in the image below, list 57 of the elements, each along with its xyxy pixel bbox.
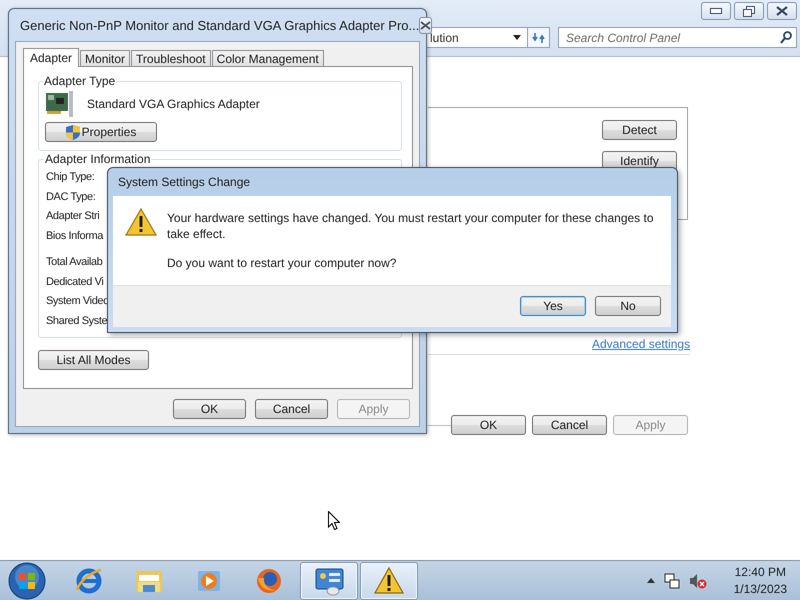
tab[interactable]: Color Management (212, 50, 324, 66)
tab[interactable]: Troubleshoot (131, 50, 211, 66)
info-label: Total Availab (46, 255, 102, 270)
close-button[interactable] (419, 16, 432, 34)
minimize-icon (710, 8, 722, 14)
properties-button[interactable]: Properties (45, 122, 157, 142)
info-label: Adapter Stri (46, 209, 100, 224)
ok-button[interactable]: OK (451, 415, 526, 435)
network-icon[interactable] (664, 572, 680, 588)
info-label: Dedicated Vi (46, 274, 104, 290)
yes-button[interactable]: Yes (520, 296, 586, 316)
volume-muted-icon[interactable] (688, 572, 707, 588)
adapter-name: Standard VGA Graphics Adapter (87, 97, 260, 111)
advanced-settings-link[interactable]: Advanced settings (592, 337, 690, 351)
restore-button[interactable] (734, 2, 764, 20)
cancel-button[interactable]: Cancel (255, 399, 328, 419)
question-text: Do you want to restart your computer now? (167, 256, 398, 270)
info-label: Shared Syste (46, 314, 108, 328)
close-button[interactable] (767, 2, 797, 20)
taskbar-button[interactable] (360, 562, 418, 600)
refresh-button[interactable] (528, 27, 550, 48)
ok-button[interactable]: OK (173, 399, 246, 419)
no-button[interactable]: No (595, 296, 661, 316)
browser-icon (74, 566, 104, 596)
minimize-button[interactable] (701, 2, 731, 20)
list-all-modes-button[interactable]: List All Modes (38, 350, 149, 370)
shield-icon (66, 124, 80, 140)
restore-icon (743, 6, 755, 16)
group-heading: Adapter Type (43, 74, 116, 88)
warning-icon (374, 566, 404, 596)
close-icon (776, 6, 788, 16)
detect-button[interactable]: Detect (602, 120, 677, 140)
close-icon (420, 20, 432, 30)
taskbar-button[interactable] (300, 562, 358, 600)
info-label: DAC Type: (46, 190, 96, 204)
control-panel-icon (314, 566, 344, 596)
group-heading: Adapter Information (44, 153, 152, 166)
start-orb-icon (8, 562, 46, 600)
info-label: Bios Informa (46, 228, 103, 244)
search-field[interactable]: Search Control Panel (558, 27, 797, 48)
tab[interactable]: Adapter (23, 48, 80, 67)
dialog-title: Generic Non-PnP Monitor and Standard VGA Graphics Adapter Pro... (20, 18, 420, 32)
mouse-cursor-icon (328, 511, 340, 530)
address-text: lution (430, 30, 460, 44)
tab[interactable]: Monitor (80, 50, 130, 66)
start-button[interactable] (6, 562, 48, 600)
refresh-icon (532, 32, 546, 44)
cancel-button[interactable]: Cancel (532, 415, 607, 435)
dialog-title: System Settings Change (118, 175, 250, 189)
clock[interactable]: 12:40 PM 1/13/2023 (730, 564, 791, 598)
message-text: Your hardware settings have changed. You must restart your computer for these changes to take effect. (167, 210, 655, 242)
info-label: Chip Type: (46, 170, 94, 185)
dropdown-icon (513, 35, 521, 40)
warning-icon (125, 208, 157, 236)
graphics-card-icon (45, 90, 76, 118)
tray-expand-icon[interactable] (646, 578, 655, 583)
search-icon (780, 31, 792, 44)
